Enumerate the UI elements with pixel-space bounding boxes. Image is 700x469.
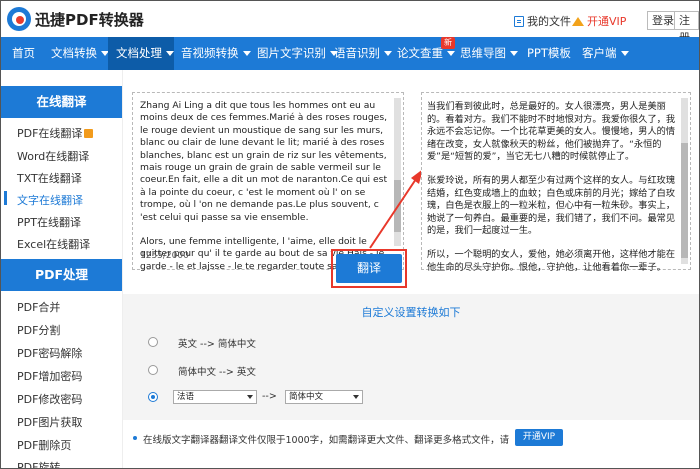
file-icon [514, 15, 524, 27]
chevron-down-icon [247, 395, 253, 399]
sidebar-item-label: PDF在线翻译 [17, 127, 83, 140]
nav-av-convert-label: 音视频转换 [181, 46, 239, 60]
radio-zh-to-en[interactable] [148, 365, 158, 375]
sidebar-item-pdf-translate[interactable]: PDF在线翻译 [17, 125, 94, 141]
nav-ppt-template-label: PPT模板 [527, 46, 571, 60]
nav-mindmap-label: 思维导图 [460, 46, 506, 60]
sidebar-item-pdf-split[interactable]: PDF分割 [17, 322, 60, 338]
nav-speech-label: 语音识别 [334, 46, 380, 60]
sidebar-item-text-translate[interactable]: 文字在线翻译 [17, 192, 83, 208]
result-scrollbar-thumb[interactable] [681, 143, 688, 258]
notice-text: 在线版文字翻译器翻译文件仅限于1000字，如需翻译更大文件、翻译更多格式文件，请 [143, 435, 510, 446]
to-language-select[interactable]: 简体中文 [285, 390, 363, 404]
arrow-shaft [369, 175, 419, 249]
nav-mindmap[interactable]: 思维导图 [453, 37, 525, 70]
header: 迅捷PDF转换器 我的文件 开通VIP 登录 注册 [1, 1, 699, 44]
nav-doc-convert[interactable]: 文档转换 [43, 37, 117, 70]
brand-name[interactable]: 迅捷PDF转换器 [35, 9, 144, 30]
nav-doc-process[interactable]: 文档处理 [108, 37, 174, 70]
bullet-icon [133, 436, 137, 440]
sidebar-item-pdf-delete-page[interactable]: PDF删除页 [17, 437, 71, 453]
result-scrollbar[interactable] [681, 98, 688, 264]
to-language-value: 简体中文 [289, 392, 324, 402]
result-paragraph: 当我们看到彼此时，总是最好的。女人很漂亮，男人是美丽的。看着对方。我们不能时不时… [427, 101, 676, 163]
settings-title: 自定义设置转换如下 [361, 306, 461, 319]
radio-custom[interactable] [148, 392, 158, 402]
nav-speech[interactable]: 语音识别 [327, 37, 399, 70]
nav-client[interactable]: 客户端 [575, 37, 636, 70]
chevron-down-icon [353, 395, 359, 399]
sidebar-item-ppt-translate[interactable]: PPT在线翻译 [17, 214, 81, 230]
chevron-down-icon [510, 51, 518, 56]
nav-home[interactable]: 首页 [1, 37, 44, 70]
my-files-link[interactable]: 我的文件 [514, 13, 571, 29]
sidebar-section-pdf[interactable]: PDF处理 [1, 259, 122, 291]
sidebar-item-pdf-add-password[interactable]: PDF增加密码 [17, 368, 82, 384]
nav-home-label: 首页 [12, 46, 35, 60]
nav-doc-process-label: 文档处理 [116, 46, 162, 60]
sidebar-item-txt-translate[interactable]: TXT在线翻译 [17, 170, 82, 186]
notice-bar: 在线版文字翻译器翻译文件仅限于1000字，如需翻译更大文件、翻译更多格式文件，请… [123, 423, 699, 453]
brand-logo-icon[interactable] [7, 7, 31, 31]
settings-panel: 自定义设置转换如下 英文 --> 简体中文 简体中文 --> 英文 法语 -->… [123, 294, 699, 420]
open-vip-button[interactable]: 开通VIP [515, 429, 563, 446]
option-en-to-zh-label: 英文 --> 简体中文 [178, 339, 256, 350]
active-indicator [4, 191, 7, 205]
main-nav: 首页 文档转换 文档处理 音视频转换 图片文字识别 语音识别 论文查重 新 思维… [1, 37, 699, 70]
sidebar-item-pdf-unlock[interactable]: PDF密码解除 [17, 345, 82, 361]
sidebar-item-pdf-rotate[interactable]: PDF旋转 [17, 459, 60, 468]
main-content: Zhang Ai Ling a dit que tous les hommes … [123, 70, 699, 468]
sidebar-item-pdf-merge[interactable]: PDF合并 [17, 299, 60, 315]
hot-badge-icon [84, 128, 94, 138]
chevron-down-icon [166, 51, 174, 56]
result-paragraph: 所以，一个聪明的女人，爱他，她必须离开他，这样他才能在他生命的尽头守护你。恨他，… [427, 248, 676, 273]
vip-label: 开通VIP [587, 15, 627, 28]
sidebar-item-word-translate[interactable]: Word在线翻译 [17, 148, 89, 164]
sidebar: 在线翻译 PDF在线翻译 Word在线翻译 TXT在线翻译 文字在线翻译 PPT… [1, 70, 123, 468]
sidebar-item-pdf-change-password[interactable]: PDF修改密码 [17, 391, 82, 407]
sidebar-section-translate[interactable]: 在线翻译 [1, 86, 122, 118]
nav-client-label: 客户端 [582, 46, 617, 60]
my-files-label: 我的文件 [527, 15, 571, 28]
sidebar-item-excel-translate[interactable]: Excel在线翻译 [17, 236, 90, 252]
register-button[interactable]: 注册 [674, 11, 699, 44]
chevron-down-icon [620, 51, 629, 56]
from-language-select[interactable]: 法语 [173, 390, 257, 404]
nav-ocr-label: 图片文字识别 [257, 46, 326, 60]
vip-link[interactable]: 开通VIP [572, 13, 626, 29]
radio-en-to-zh[interactable] [148, 337, 158, 347]
from-language-value: 法语 [177, 392, 195, 402]
nav-ppt-template[interactable]: PPT模板 [520, 37, 578, 70]
nav-plagiarism-label: 论文查重 [397, 46, 443, 60]
option-zh-to-en-label: 简体中文 --> 英文 [178, 367, 256, 378]
sidebar-item-pdf-images[interactable]: PDF图片获取 [17, 414, 82, 430]
nav-av-convert[interactable]: 音视频转换 [174, 37, 258, 70]
result-text: 当我们看到彼此时，总是最好的。女人很漂亮，男人是美丽的。看着对方。我们不能时不时… [427, 101, 679, 285]
nav-doc-convert-label: 文档转换 [51, 46, 97, 60]
result-paragraph: 张爱玲说，所有的男人都至少有过两个这样的女人。与红玫瑰结婚，红色变成墙上的血蚊；… [427, 174, 676, 237]
app-window: 迅捷PDF转换器 我的文件 开通VIP 登录 注册 首页 文档转换 文档处理 音… [0, 0, 700, 469]
result-textarea[interactable]: 当我们看到彼此时，总是最好的。女人很漂亮，男人是美丽的。看着对方。我们不能时不时… [421, 92, 691, 273]
language-arrow: --> [262, 391, 277, 402]
crown-icon [572, 16, 584, 26]
